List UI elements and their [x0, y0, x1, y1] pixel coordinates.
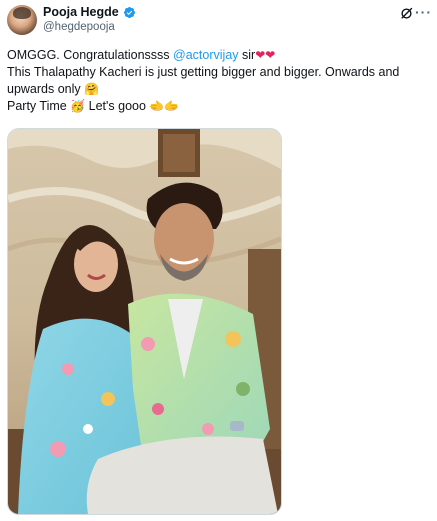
- tweet-text: OMGGG. Congratulationssss @actorvijay si…: [7, 47, 432, 115]
- hearts-emoji: ❤❤: [255, 48, 276, 62]
- tweet-card: Pooja Hegde @hegdepooja ··· OMGGG. Congr…: [0, 0, 437, 521]
- tweet-photo[interactable]: [7, 128, 282, 515]
- author-display-name[interactable]: Pooja Hegde: [43, 5, 119, 19]
- tweet-line-1-suffix: sir: [238, 48, 256, 62]
- tweet-line-2: This Thalapathy Kacheri is just getting …: [7, 64, 432, 98]
- grok-icon[interactable]: [399, 6, 414, 21]
- author-handle[interactable]: @hegdepooja: [43, 21, 115, 33]
- tweet-line-3: Party Time 🥳 Let's gooo 🫲🫱: [7, 98, 432, 115]
- tweet-line-1: OMGGG. Congratulationssss @actorvijay si…: [7, 47, 432, 64]
- hugging-emoji: 🤗: [84, 82, 100, 96]
- avatar[interactable]: [7, 5, 37, 35]
- hands-emoji: 🫲🫱: [149, 99, 180, 113]
- verified-badge-icon: [123, 6, 135, 18]
- party-emoji: 🥳: [70, 99, 86, 113]
- tweet-line-3-text-b: Let's gooo: [85, 99, 150, 113]
- tweet-line-3-text-a: Party Time: [7, 99, 71, 113]
- author-name-row: Pooja Hegde: [43, 5, 136, 19]
- photo-illustration: [8, 129, 281, 514]
- tweet-line-1-prefix: OMGGG. Congratulationssss: [7, 48, 174, 62]
- tweet-line-2-text: This Thalapathy Kacheri is just getting …: [7, 65, 400, 96]
- more-options-button[interactable]: ···: [415, 4, 432, 20]
- mention-link[interactable]: @actorvijay: [173, 48, 239, 62]
